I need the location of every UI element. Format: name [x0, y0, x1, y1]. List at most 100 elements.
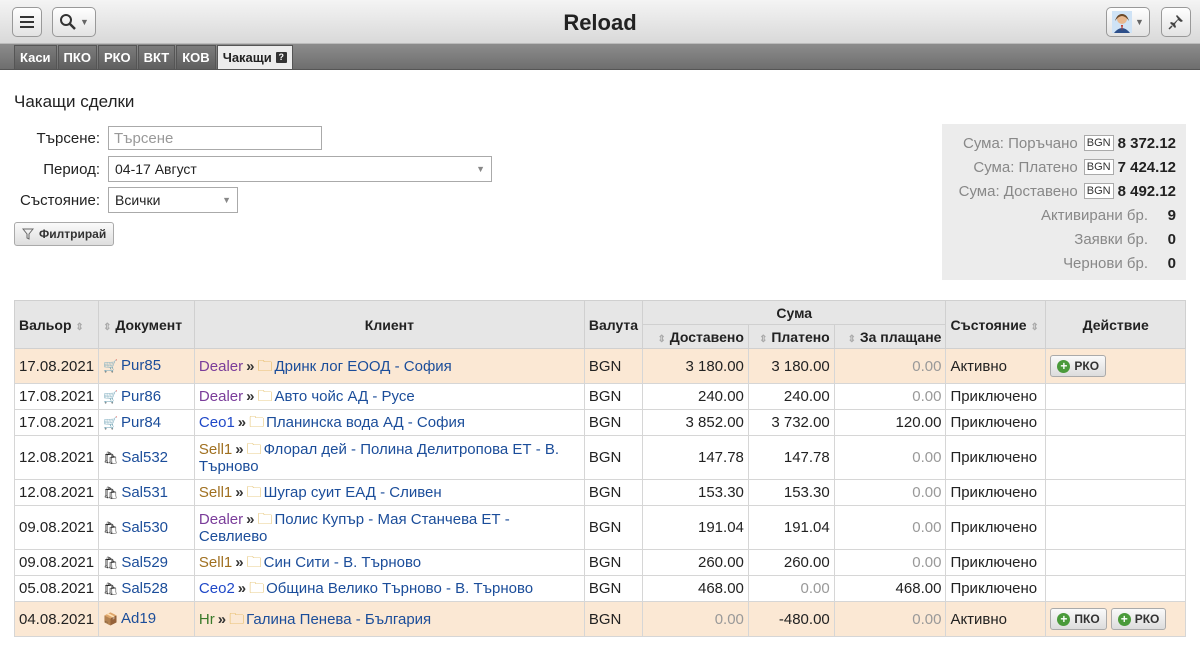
document-link[interactable]: Pur85 — [121, 357, 161, 374]
role-link[interactable]: Dealer — [199, 388, 243, 405]
cell-client: Dealer» 🗀 Авто чойс АД - Русе — [193, 383, 585, 410]
cell-topay: 0.00 — [833, 479, 947, 506]
col-topay[interactable]: ⇕ За плащане — [833, 324, 947, 349]
folder-icon: 🗀 — [257, 388, 273, 405]
role-link[interactable]: Dealer — [199, 358, 243, 375]
cell-currency: BGN — [583, 549, 644, 576]
role-link[interactable]: Ceo1 — [199, 414, 235, 431]
cell-action — [1045, 409, 1186, 436]
table-row[interactable]: 04.08.2021 📦 Ad19 Hr» 🗀 Галина Пенева - Бълга… — [13, 601, 1186, 637]
cell-status: Приключено — [945, 479, 1047, 506]
col-document[interactable]: ⇕ Документ — [98, 300, 195, 349]
cell-status: Приключено — [945, 435, 1047, 480]
cell-document[interactable]: 🛍 Sal529 — [98, 549, 195, 576]
table-row[interactable]: 12.08.2021 🛍 Sal531 Sell1» 🗀 Шугар суит ЕАД -… — [13, 479, 1186, 506]
help-icon[interactable]: ? — [275, 52, 287, 63]
table-row[interactable]: 17.08.2021 🛒 Pur85 Dealer» 🗀 Дринк лог ЕООД -… — [13, 348, 1186, 384]
cell-date: 09.08.2021 — [13, 549, 100, 576]
document-link[interactable]: Pur84 — [121, 414, 161, 431]
tab-pko[interactable]: ПКО — [57, 45, 97, 69]
period-select[interactable]: 04-17 Август ▼ — [108, 156, 492, 182]
separator: » — [237, 580, 247, 597]
document-icon: 🛒 — [103, 415, 119, 430]
cell-document[interactable]: 🛍 Sal530 — [98, 505, 195, 550]
user-menu-button[interactable]: ▼ — [1106, 7, 1150, 37]
client-link[interactable]: Авто чойс АД - Русе — [274, 388, 414, 405]
cell-date: 17.08.2021 — [13, 383, 100, 410]
col-action: Действие — [1045, 300, 1186, 349]
tab-kasi[interactable]: Каси — [14, 45, 57, 69]
cell-document[interactable]: 🛒 Pur85 — [98, 348, 195, 384]
document-icon: 🛍 — [103, 555, 119, 570]
action-button[interactable]: + РКО — [1110, 608, 1167, 630]
tab-vkt[interactable]: ВКТ — [137, 45, 176, 69]
folder-icon: 🗀 — [246, 554, 262, 571]
cell-paid: 191.04 — [747, 505, 835, 550]
cell-client: Sell1» 🗀 Шугар суит ЕАД - Сливен — [193, 479, 585, 506]
cell-paid: 240.00 — [747, 383, 835, 410]
cell-client: Dealer» 🗀 Полис Купър - Мая Станчева ЕТ - … — [193, 505, 585, 550]
cell-document[interactable]: 🛍 Sal528 — [98, 575, 195, 602]
folder-icon: 🗀 — [249, 580, 265, 597]
role-link[interactable]: Ceo2 — [199, 580, 235, 597]
summary-activated: Активирани бр. 9 — [1041, 206, 1176, 224]
cell-document[interactable]: 🛍 Sal532 — [98, 435, 195, 480]
table-row[interactable]: 12.08.2021 🛍 Sal532 Sell1» 🗀 Флорал дей - Пол… — [13, 435, 1186, 480]
document-link[interactable]: Sal528 — [121, 580, 168, 597]
separator: » — [235, 440, 244, 458]
cell-status: Приключено — [945, 575, 1047, 602]
filter-button[interactable]: Филтрирай — [14, 222, 115, 246]
client-link[interactable]: Планинска вода АД - София — [266, 414, 465, 431]
role-link[interactable]: Sell1 — [199, 441, 232, 458]
cell-document[interactable]: 🛒 Pur84 — [98, 409, 195, 436]
col-status[interactable]: Състояние ⇕ — [945, 300, 1047, 349]
client-link[interactable]: Син Сити - В. Търново — [264, 554, 421, 571]
table-row[interactable]: 09.08.2021 🛍 Sal530 Dealer» 🗀 Полис Купър - М… — [13, 505, 1186, 550]
col-delivered[interactable]: ⇕ Доставено — [642, 324, 749, 349]
status-select[interactable]: Всички ▼ — [108, 187, 238, 213]
pin-button[interactable] — [1161, 7, 1191, 37]
summary-drafts: Чернови бр. 0 — [1063, 254, 1176, 272]
client-link[interactable]: Община Велико Търново - В. Търново — [266, 580, 533, 597]
col-client: Клиент — [193, 300, 585, 349]
cell-paid: 3 732.00 — [747, 409, 835, 436]
role-link[interactable]: Sell1 — [199, 484, 232, 501]
document-link[interactable]: Ad19 — [121, 610, 156, 627]
status-row: Състояние: Всички ▼ — [0, 187, 238, 213]
cell-document[interactable]: 🛍 Sal531 — [98, 479, 195, 506]
col-valor[interactable]: Вальор ⇕ — [13, 300, 100, 349]
deals-table: Вальор ⇕ ⇕ Документ Клиент Валута Сума С… — [13, 300, 1186, 637]
cell-topay: 0.00 — [833, 601, 947, 637]
search-input[interactable] — [108, 126, 322, 150]
tab-chakashti[interactable]: Чакащи? — [216, 45, 293, 69]
cell-document[interactable]: 📦 Ad19 — [98, 601, 195, 637]
table-row[interactable]: 17.08.2021 🛒 Pur86 Dealer» 🗀 Авто чойс АД - Р… — [13, 383, 1186, 410]
cell-status: Приключено — [945, 409, 1047, 436]
client-link[interactable]: Шугар суит ЕАД - Сливен — [264, 484, 442, 501]
action-button[interactable]: + РКО — [1050, 355, 1107, 377]
search-label: Търсене: — [36, 129, 100, 147]
role-link[interactable]: Hr — [199, 611, 215, 628]
tab-kov[interactable]: КОВ — [176, 45, 216, 69]
action-button[interactable]: + ПКО — [1050, 608, 1107, 630]
document-link[interactable]: Sal530 — [121, 519, 168, 536]
table-row[interactable]: 05.08.2021 🛍 Sal528 Ceo2» 🗀 Община Велико Тър… — [13, 575, 1186, 602]
cell-action — [1045, 505, 1186, 550]
cell-topay: 120.00 — [833, 409, 947, 436]
cell-document[interactable]: 🛒 Pur86 — [98, 383, 195, 410]
role-link[interactable]: Sell1 — [199, 554, 232, 571]
document-link[interactable]: Pur86 — [121, 388, 161, 405]
document-link[interactable]: Sal531 — [121, 484, 168, 501]
separator: » — [235, 484, 244, 501]
col-paid[interactable]: ⇕ Платено — [747, 324, 835, 349]
client-link[interactable]: Галина Пенева - България — [246, 611, 431, 628]
table-row[interactable]: 17.08.2021 🛒 Pur84 Ceo1» 🗀 Планинска вода АД … — [13, 409, 1186, 436]
summary-panel: Сума: Поръчано BGN 8 372.12 Сума: Платен… — [942, 124, 1186, 280]
role-link[interactable]: Dealer — [199, 511, 243, 528]
document-icon: 🛍 — [103, 520, 119, 535]
tab-rko[interactable]: РКО — [97, 45, 137, 69]
table-row[interactable]: 09.08.2021 🛍 Sal529 Sell1» 🗀 Син Сити - В. Тъ… — [13, 549, 1186, 576]
document-link[interactable]: Sal529 — [121, 554, 168, 571]
document-link[interactable]: Sal532 — [121, 449, 168, 466]
client-link[interactable]: Дринк лог ЕООД - София — [274, 358, 451, 375]
